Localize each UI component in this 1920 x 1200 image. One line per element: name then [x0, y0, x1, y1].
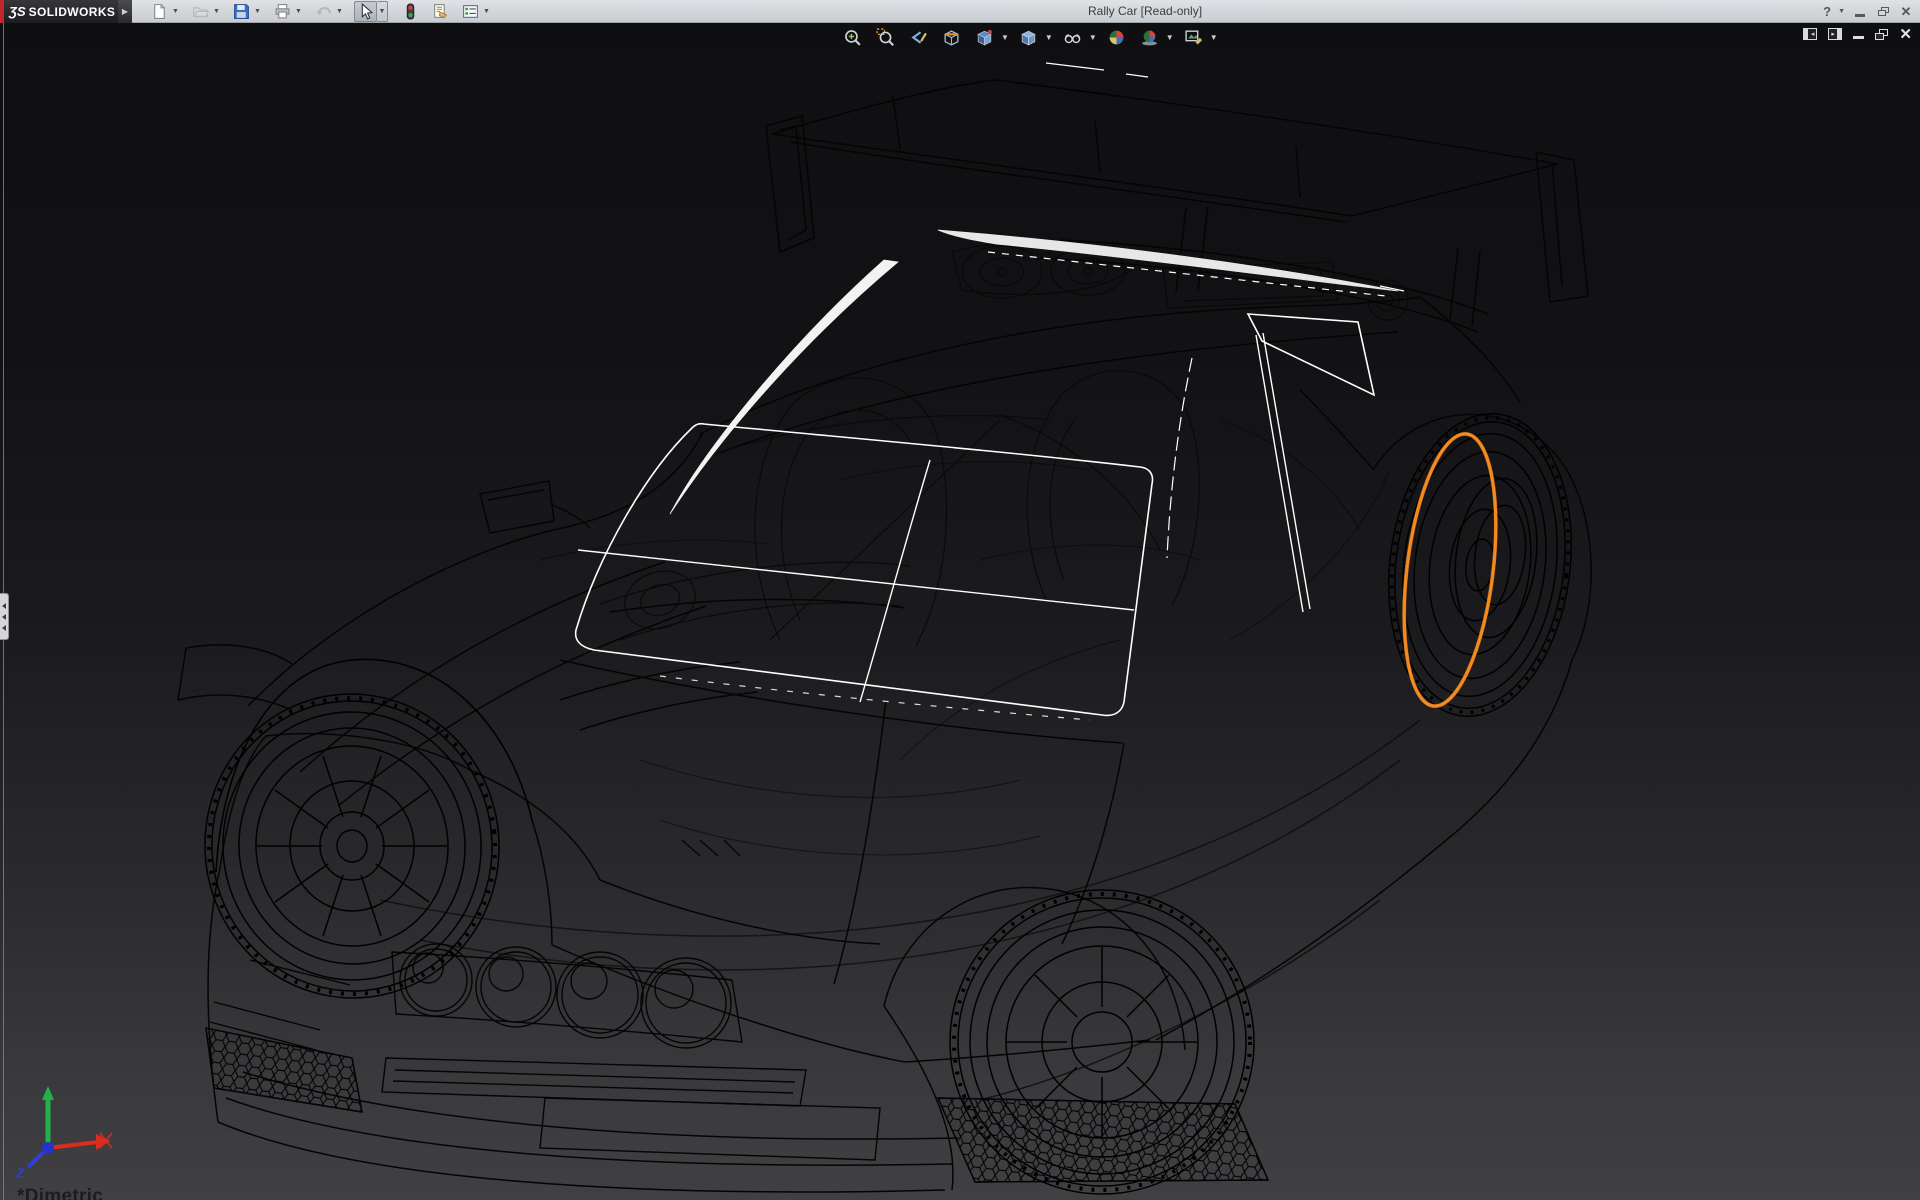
window-controls: ? ▼ ✕ [1823, 0, 1914, 23]
orientation-triad[interactable]: Z [4, 1082, 134, 1186]
previous-view-button[interactable] [902, 26, 935, 48]
edit-appearance-sphere-icon [1107, 28, 1126, 47]
undo-button[interactable] [313, 1, 334, 22]
collapse-arrow-icon [2, 625, 6, 631]
apply-scene-dropdown[interactable]: ▼ [1166, 33, 1177, 42]
print-button[interactable] [272, 1, 293, 22]
heads-up-view-toolbar: ▼ ▼ ▼ [836, 26, 1221, 48]
select-tool-dropdown[interactable]: ▼ [377, 1, 388, 22]
display-style-button[interactable] [1012, 26, 1045, 48]
rear-spoiler-wireframe [766, 80, 1588, 326]
window-title: Rally Car [Read-only] [1088, 4, 1202, 18]
minimize-icon [1855, 14, 1865, 17]
menu-expand-arrow-icon[interactable]: ▶ [118, 0, 132, 23]
collapsed-panel-tab[interactable] [0, 593, 9, 640]
display-style-cube-icon [1019, 28, 1038, 47]
solidworks-logo: ƷS SOLIDWORKS [0, 0, 118, 23]
hide-show-glasses-icon [1063, 28, 1082, 47]
title-bar: ƷS SOLIDWORKS ▶ ▼ ▼ ▼ [0, 0, 1920, 23]
triad-z-label: Z [15, 1165, 25, 1181]
solidworks-logo-icon: ƷS [9, 4, 26, 19]
triad-x-axis [48, 1142, 98, 1148]
help-button[interactable]: ? [1823, 4, 1831, 19]
save-button[interactable] [231, 1, 252, 22]
undo-icon [315, 3, 332, 20]
rebuild-traffic-light-icon [402, 3, 419, 20]
document-restore-button[interactable] [1875, 29, 1888, 40]
rebuild-button[interactable] [400, 1, 421, 22]
brand-name: SOLIDWORKS [29, 5, 116, 19]
view-orientation-button[interactable] [968, 26, 1001, 48]
select-cursor-icon [357, 3, 374, 20]
file-properties-button[interactable] [430, 1, 451, 22]
new-document-dropdown[interactable]: ▼ [170, 1, 181, 22]
apply-scene-icon [1140, 28, 1159, 47]
zoom-to-area-button[interactable] [869, 26, 902, 48]
previous-view-icon [909, 28, 928, 47]
new-document-icon [151, 3, 168, 20]
section-view-button[interactable] [935, 26, 968, 48]
save-floppy-icon [233, 3, 250, 20]
front-fascia-details [206, 840, 1268, 1182]
view-settings-icon [1184, 28, 1203, 47]
hide-show-items-button[interactable] [1056, 26, 1089, 48]
zoom-to-fit-icon [843, 28, 862, 47]
options-dropdown[interactable]: ▼ [481, 1, 492, 22]
document-minimize-button[interactable] [1853, 29, 1864, 40]
main-toolbar: ▼ ▼ ▼ ▼ ▼ [140, 0, 492, 23]
view-orientation-label: *Dimetric [17, 1186, 103, 1200]
view-orientation-cube-icon [975, 28, 994, 47]
apply-scene-button[interactable] [1133, 26, 1166, 48]
restore-button[interactable] [1875, 4, 1891, 20]
pane-toggle-left-icon [1804, 29, 1808, 39]
options-icon [462, 3, 479, 20]
file-properties-icon [432, 3, 449, 20]
save-dropdown[interactable]: ▼ [252, 1, 263, 22]
highlighted-edges [576, 63, 1404, 720]
print-dropdown[interactable]: ▼ [293, 1, 304, 22]
section-view-icon [942, 28, 961, 47]
pane-toggle-left-button[interactable]: ◂ [1803, 28, 1817, 40]
undo-dropdown[interactable]: ▼ [334, 1, 345, 22]
help-dropdown[interactable]: ▼ [1838, 8, 1845, 15]
new-document-button[interactable] [149, 1, 170, 22]
open-folder-icon [192, 3, 209, 20]
interior-wireframe [540, 242, 1408, 855]
logo-red-accent [0, 0, 4, 23]
rally-car-wireframe-model[interactable] [0, 23, 1920, 1200]
pane-toggle-right-button[interactable]: ▸ [1828, 28, 1842, 40]
options-button[interactable] [460, 1, 481, 22]
edit-appearance-button[interactable] [1100, 26, 1133, 48]
open-dropdown[interactable]: ▼ [211, 1, 222, 22]
a-pillar-highlight [670, 260, 898, 514]
minimize-button[interactable] [1852, 4, 1868, 20]
hide-show-items-dropdown[interactable]: ▼ [1089, 33, 1100, 42]
view-orientation-dropdown[interactable]: ▼ [1001, 33, 1012, 42]
close-icon: ✕ [1901, 4, 1912, 20]
print-icon [274, 3, 291, 20]
open-button[interactable] [190, 1, 211, 22]
rear-right-wheel-wireframe [1372, 403, 1588, 727]
restore-icon [1878, 7, 1889, 16]
document-window-controls: ◂ ▸ ✕ [1803, 28, 1912, 40]
select-tool-button[interactable] [354, 1, 377, 22]
display-style-dropdown[interactable]: ▼ [1045, 33, 1056, 42]
zoom-to-fit-button[interactable] [836, 26, 869, 48]
front-left-wheel-wireframe [190, 659, 532, 1012]
view-settings-dropdown[interactable]: ▼ [1210, 33, 1221, 42]
collapse-arrow-icon [2, 614, 6, 620]
zoom-to-area-icon [876, 28, 895, 47]
b-pillar-highlight [1256, 333, 1310, 612]
windshield-highlight [576, 424, 1153, 716]
graphics-viewport[interactable]: ▼ ▼ ▼ [0, 23, 1920, 1200]
roof-edge-highlight [938, 230, 1398, 291]
view-settings-button[interactable] [1177, 26, 1210, 48]
close-button[interactable]: ✕ [1898, 4, 1914, 20]
collapse-arrow-icon [2, 603, 6, 609]
pane-toggle-right-icon [1837, 29, 1841, 39]
document-close-button[interactable]: ✕ [1899, 29, 1912, 40]
